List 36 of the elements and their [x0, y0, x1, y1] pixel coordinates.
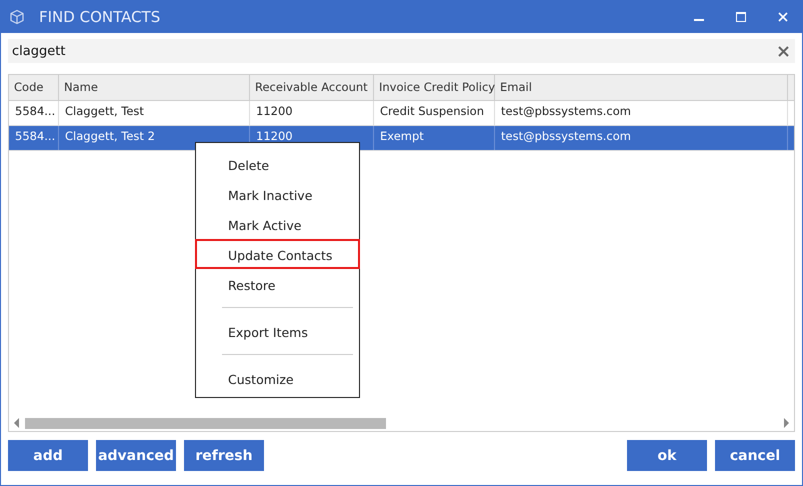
maximize-icon[interactable]	[736, 12, 746, 22]
table-cell: 5584...	[9, 101, 59, 125]
table-cell: test@pbssystems.com	[495, 126, 788, 150]
table-cell: Claggett, Test	[59, 101, 250, 125]
column-header[interactable]: Code	[9, 75, 59, 100]
table-cell: 5584...	[9, 126, 59, 150]
column-header[interactable]: Name	[59, 75, 250, 100]
window-title: FIND CONTACTS	[39, 8, 160, 26]
menu-item[interactable]: Restore	[195, 269, 360, 299]
dialog-button[interactable]: ok	[627, 440, 707, 471]
clear-button[interactable]	[771, 39, 795, 63]
clear-icon	[778, 46, 788, 56]
table-cell: Credit Suspension	[374, 101, 495, 125]
menu-item[interactable]: Export Items	[195, 316, 360, 346]
search-field[interactable]: claggett	[8, 39, 771, 63]
scrollbar-thumb[interactable]	[25, 418, 386, 428]
menu-item[interactable]: Delete	[195, 149, 360, 179]
menu-item[interactable]: Mark Inactive	[195, 179, 360, 209]
action-button[interactable]: add	[8, 440, 88, 471]
menu-item[interactable]: Customize	[195, 363, 360, 393]
scroll-right-icon[interactable]	[782, 418, 790, 428]
dialog-button[interactable]: cancel	[715, 440, 795, 471]
action-button[interactable]: advanced	[96, 440, 176, 471]
table-cell: test@pbssystems.com	[495, 101, 788, 125]
column-header[interactable]: Receivable Account	[250, 75, 374, 100]
menu-item[interactable]: Mark Active	[195, 209, 360, 239]
menu-item[interactable]: Update Contacts	[195, 239, 360, 269]
action-button[interactable]: refresh	[184, 440, 264, 471]
cube-icon	[9, 9, 25, 25]
scroll-left-icon[interactable]	[13, 418, 21, 428]
column-header[interactable]: Invoice Credit Policy	[374, 75, 495, 100]
column-header[interactable]: Email	[495, 75, 788, 100]
table-cell: 11200	[250, 101, 374, 125]
table-row[interactable]: 5584... Claggett, Test 2 11200 Exempt test@pbssystems.com	[9, 126, 794, 151]
table-cell: Exempt	[374, 126, 495, 150]
close-icon[interactable]	[778, 12, 788, 22]
